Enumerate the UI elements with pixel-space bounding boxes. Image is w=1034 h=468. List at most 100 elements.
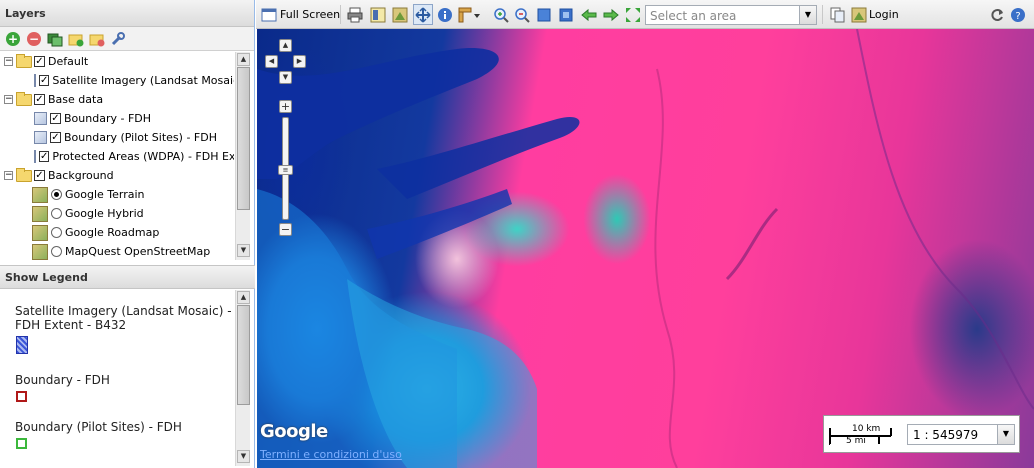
collapse-toggle[interactable]: −: [4, 171, 13, 180]
tree-item-mapquest-osm[interactable]: MapQuest OpenStreetMap: [32, 242, 210, 261]
legend-panel-title: Show Legend: [5, 271, 88, 284]
next-extent-button[interactable]: [603, 6, 619, 23]
tree-item-google-terrain[interactable]: Google Terrain: [32, 185, 145, 204]
scroll-down-icon[interactable]: ▼: [237, 450, 250, 463]
tree-group-label: Base data: [48, 93, 104, 106]
refresh-button[interactable]: [989, 6, 1005, 23]
zoom-in-icon: [494, 7, 509, 23]
map-toolbar: Full Screen Select an area ▼ Login ?: [256, 0, 1034, 29]
measure-button[interactable]: [458, 6, 480, 23]
tree-item-google-roadmap[interactable]: Google Roadmap: [32, 223, 159, 242]
satellite-swatch-icon: [16, 336, 28, 354]
scale-mi-label: 5 mi: [846, 436, 866, 446]
map-thumbnail-icon: [32, 205, 48, 222]
map-snapshot-button[interactable]: [392, 6, 408, 23]
help-icon: ?: [1011, 7, 1025, 22]
layer-tree-scrollbar[interactable]: ▲ ▼: [235, 52, 250, 260]
group-checkbox[interactable]: ✓: [34, 170, 45, 181]
full-screen-button[interactable]: Full Screen: [261, 6, 340, 23]
chevron-down-icon[interactable]: ▼: [997, 425, 1014, 444]
layout-button[interactable]: [370, 6, 386, 23]
help-button[interactable]: ?: [1010, 6, 1026, 23]
scroll-up-icon[interactable]: ▲: [237, 53, 250, 66]
scale-select[interactable]: 1 : 545979 ▼: [907, 424, 1015, 445]
tree-item-satellite[interactable]: ✓ Satellite Imagery (Landsat Mosaic) - F…: [34, 71, 234, 90]
legend-satellite-label-line1: Satellite Imagery (Landsat Mosaic) -: [15, 304, 232, 318]
pan-up-icon[interactable]: ▲: [279, 39, 292, 52]
tree-group-default[interactable]: − ✓ Default: [4, 52, 88, 71]
tree-item-label: MapQuest OpenStreetMap: [65, 245, 211, 258]
login-button[interactable]: Login: [851, 6, 899, 23]
scroll-up-icon[interactable]: ▲: [237, 291, 250, 304]
tree-item-boundary-pilot[interactable]: ✓ Boundary (Pilot Sites) - FDH: [34, 128, 217, 147]
pan-right-icon[interactable]: ▶: [293, 55, 306, 68]
layer-checkbox[interactable]: ✓: [39, 151, 50, 162]
previous-extent-button[interactable]: [581, 6, 597, 23]
tree-item-label: Boundary - FDH: [64, 112, 152, 125]
legend-panel-header[interactable]: Show Legend: [0, 265, 255, 289]
layer-tree: − ✓ Default ✓ Satellite Imagery (Landsat…: [0, 52, 250, 262]
pan-left-icon[interactable]: ◀: [265, 55, 278, 68]
scroll-thumb[interactable]: [237, 67, 250, 210]
zoom-out-button[interactable]: [514, 6, 530, 23]
zoom-out-icon: [515, 7, 530, 23]
pan-down-icon[interactable]: ▼: [279, 71, 292, 84]
legend-boundary-label: Boundary - FDH: [15, 373, 110, 387]
tree-item-label: Protected Areas (WDPA) - FDH Extent: [52, 150, 234, 163]
layer-checkbox[interactable]: ✓: [39, 75, 50, 86]
zoom-box-out-icon: [559, 8, 573, 21]
scroll-down-icon[interactable]: ▼: [237, 244, 250, 257]
basemap-radio[interactable]: [51, 189, 62, 200]
tree-item-label: Boundary (Pilot Sites) - FDH: [64, 131, 217, 144]
scroll-thumb[interactable]: [237, 305, 250, 405]
zoom-box-out-button[interactable]: [558, 6, 574, 23]
tree-group-base-data[interactable]: − ✓ Base data: [4, 90, 103, 109]
basemap-radio[interactable]: [51, 227, 62, 238]
tree-item-google-hybrid[interactable]: Google Hybrid: [32, 204, 144, 223]
basemap-radio[interactable]: [51, 246, 62, 257]
pan-button[interactable]: [413, 4, 433, 25]
layout-icon: [370, 7, 386, 22]
basemap-radio[interactable]: [51, 208, 62, 219]
layer-checkbox[interactable]: ✓: [50, 132, 61, 143]
layer-checkbox[interactable]: ✓: [50, 113, 61, 124]
arrow-left-icon: [581, 8, 597, 21]
chevron-down-icon[interactable]: ▼: [799, 6, 816, 24]
info-icon: [438, 7, 452, 22]
zoom-slider-handle[interactable]: ≡: [278, 165, 293, 175]
add-layer-icon[interactable]: +: [5, 31, 21, 47]
collapse-toggle[interactable]: −: [4, 95, 13, 104]
zoom-plus-icon[interactable]: +: [279, 100, 292, 113]
zoom-box-in-button[interactable]: [536, 6, 552, 23]
full-extent-button[interactable]: [625, 6, 641, 23]
tree-group-background[interactable]: − ✓ Background: [4, 166, 114, 185]
zoom-in-button[interactable]: [493, 6, 509, 23]
tree-item-protected-areas[interactable]: ✓ Protected Areas (WDPA) - FDH Extent: [34, 147, 234, 166]
zoom-minus-icon[interactable]: −: [279, 223, 292, 236]
remove-folder-icon[interactable]: [89, 31, 105, 47]
legend-scrollbar[interactable]: ▲ ▼: [235, 290, 250, 466]
add-folder-icon[interactable]: [68, 31, 84, 47]
collapse-toggle[interactable]: −: [4, 57, 13, 66]
group-checkbox[interactable]: ✓: [34, 56, 45, 67]
info-button[interactable]: [437, 6, 453, 23]
scale-box: 10 km 5 mi 1 : 545979 ▼: [823, 415, 1020, 453]
folder-icon: [16, 53, 32, 68]
tree-item-label: Google Terrain: [65, 188, 145, 201]
legend-satellite-label-line2: FDH Extent - B432: [15, 318, 127, 332]
group-checkbox[interactable]: ✓: [34, 94, 45, 105]
remove-layer-icon[interactable]: −: [26, 31, 42, 47]
scale-select-value: 1 : 545979: [913, 428, 979, 442]
folder-icon: [16, 91, 32, 106]
tree-item-boundary[interactable]: ✓ Boundary - FDH: [34, 109, 151, 128]
map-viewport[interactable]: ▲ ◀ ▶ ▼ + ≡ − Google Termini e condizion…: [257, 29, 1034, 468]
gis-viewer: Layers + − − ✓ Default ✓ Satellite Image…: [0, 0, 1034, 468]
area-select[interactable]: Select an area ▼: [645, 5, 817, 25]
toolbar-separator: [340, 5, 341, 24]
print-icon: [347, 7, 363, 22]
terms-link[interactable]: Termini e condizioni d'uso: [260, 448, 402, 461]
copy-button[interactable]: [830, 6, 846, 23]
wrench-icon[interactable]: [110, 31, 126, 47]
layer-group-icon[interactable]: [47, 31, 63, 47]
print-button[interactable]: [347, 6, 363, 23]
